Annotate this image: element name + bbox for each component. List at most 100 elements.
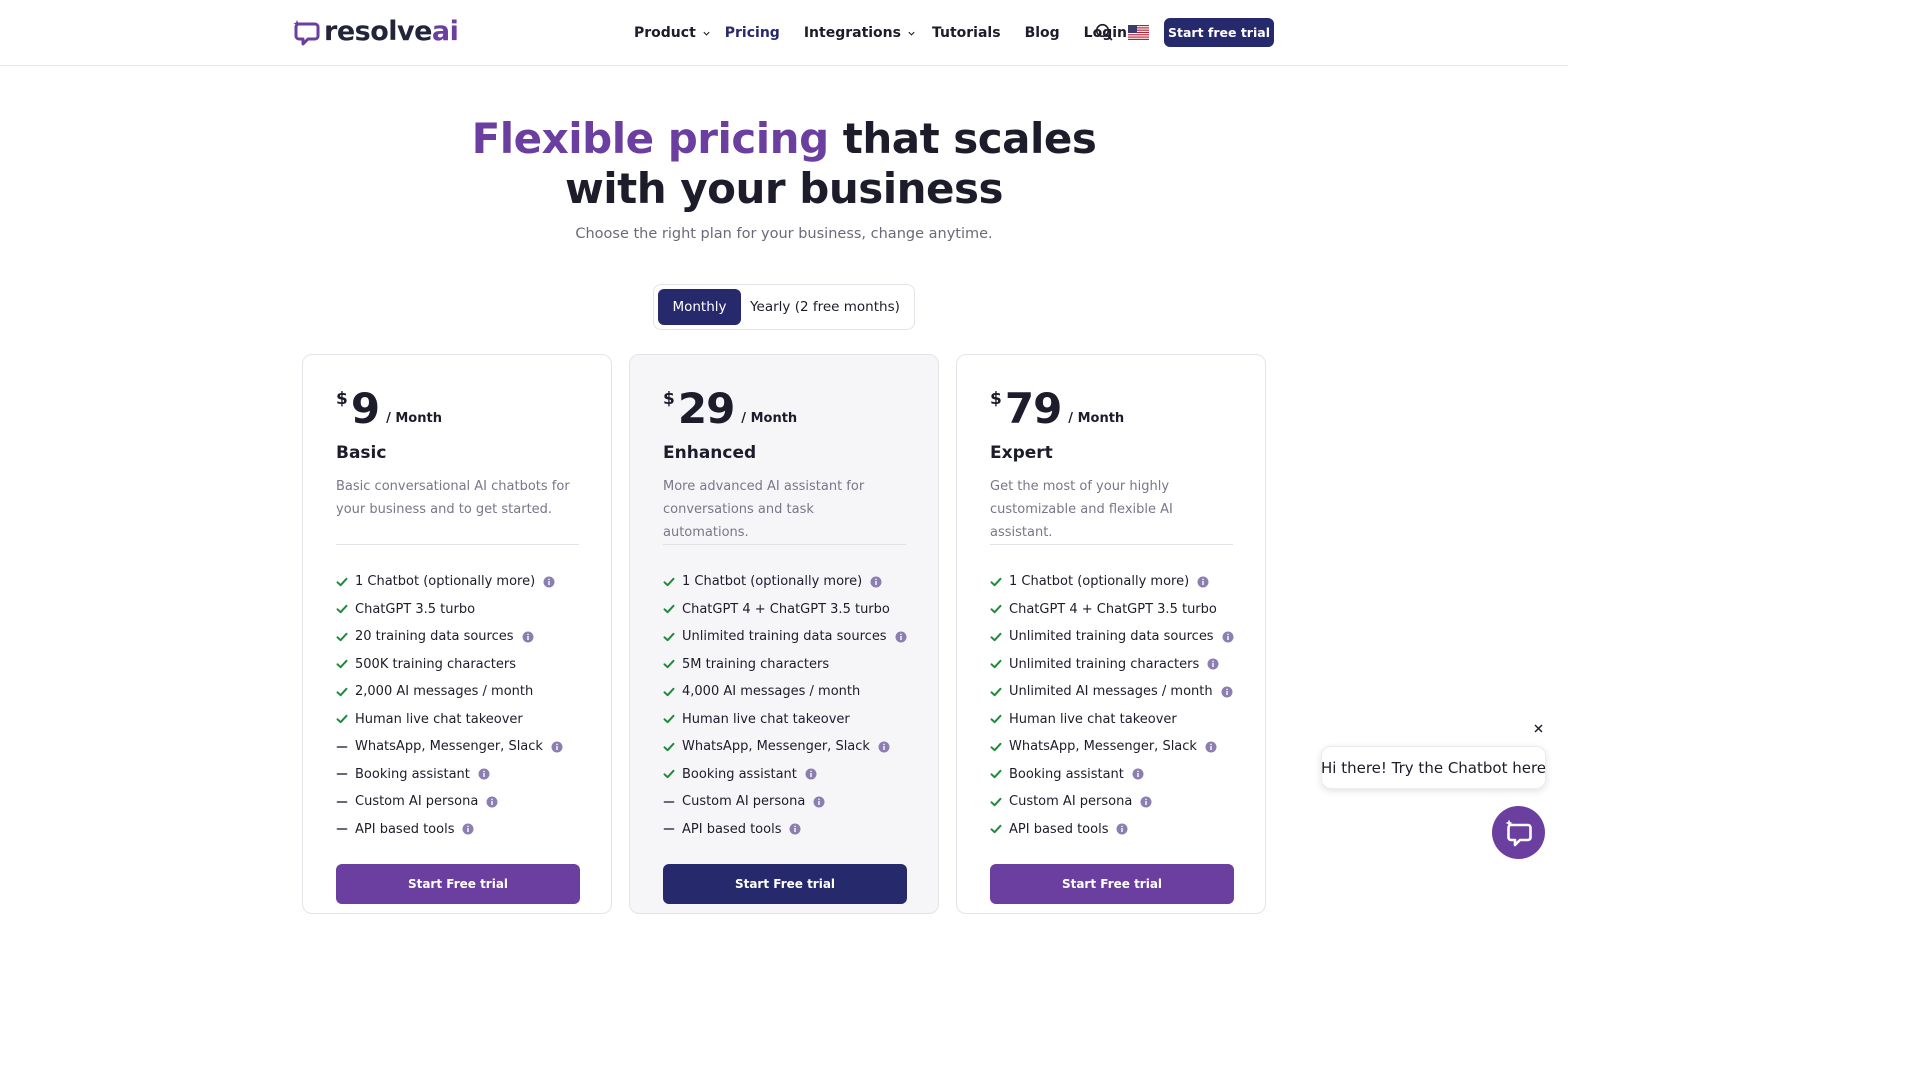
feature-label: Booking assistant [682,766,797,782]
feature-label: ChatGPT 4 + ChatGPT 3.5 turbo [1009,601,1217,617]
nav-item-integrations[interactable]: Integrations [804,25,916,41]
title-highlight: Flexible pricing [471,114,830,163]
check-icon [663,742,675,751]
yearly-option[interactable]: Yearly (2 free months) [750,289,900,325]
dash-icon [663,828,675,831]
start-free-trial-button[interactable]: Start Free trial [663,864,907,904]
start-free-trial-button[interactable]: Start Free trial [336,864,580,904]
check-icon [990,770,1002,779]
divider [990,544,1233,545]
divider [336,544,579,545]
feature-item: ChatGPT 3.5 turbo [336,596,606,624]
chat-bubble-logo-icon [293,20,320,46]
info-icon[interactable] [551,741,563,753]
feature-item: 4,000 AI messages / month [663,678,933,706]
title-rest: that scales [828,114,1097,163]
nav-item-label: Product [634,25,696,41]
price: $ 79 / Month [990,385,1124,433]
price: $ 9 / Month [336,385,442,433]
nav-item-product[interactable]: Product [634,25,711,41]
plan-name: Enhanced [663,443,757,463]
check-icon [663,715,675,724]
feature-item: WhatsApp, Messenger, Slack [663,733,933,761]
currency-symbol: $ [336,389,348,409]
check-icon [336,687,348,696]
feature-label: API based tools [355,821,455,837]
info-icon[interactable] [462,823,474,835]
feature-item: Booking assistant [990,761,1260,789]
info-icon[interactable] [1221,686,1233,698]
info-icon[interactable] [543,576,555,588]
feature-list: 1 Chatbot (optionally more) ChatGPT 4 + C… [990,568,1260,843]
us-flag-icon[interactable] [1128,25,1149,40]
price-amount: 9 [350,384,380,433]
plan-name: Basic [336,443,387,463]
feature-list: 1 Chatbot (optionally more) ChatGPT 3.5 t… [336,568,606,843]
feature-item: ChatGPT 4 + ChatGPT 3.5 turbo [990,596,1260,624]
start-free-trial-button[interactable]: Start free trial [1164,18,1274,47]
feature-label: 20 training data sources [355,629,514,645]
page-title: Flexible pricing that scales with your bu… [0,114,1568,214]
feature-label: Unlimited AI messages / month [1009,684,1213,700]
brand-logo[interactable]: resolveai [293,16,459,48]
chatbot-greeting[interactable]: Hi there! Try the Chatbot here [1321,746,1546,789]
feature-item: WhatsApp, Messenger, Slack [336,733,606,761]
info-icon[interactable] [878,741,890,753]
feature-label: Custom AI persona [1009,794,1133,810]
feature-item: ChatGPT 4 + ChatGPT 3.5 turbo [663,596,933,624]
feature-item: Human live chat takeover [990,706,1260,734]
feature-label: 5M training characters [682,656,830,672]
chat-icon [1505,819,1532,846]
info-icon[interactable] [478,768,490,780]
feature-label: WhatsApp, Messenger, Slack [682,739,870,755]
site-header: resolveai Product Pricing Integrations T… [0,0,1568,66]
feature-label: API based tools [1009,821,1109,837]
currency-symbol: $ [663,389,675,409]
feature-item: API based tools [990,816,1260,844]
nav-item-label: Blog [1024,25,1060,41]
info-icon[interactable] [1140,796,1152,808]
info-icon[interactable] [1116,823,1128,835]
check-icon [990,825,1002,834]
check-icon [663,577,675,586]
info-icon[interactable] [789,823,801,835]
price-amount: 79 [1004,384,1062,433]
dash-icon [336,745,348,748]
info-icon[interactable] [805,768,817,780]
info-icon[interactable] [486,796,498,808]
check-icon [663,605,675,614]
feature-item: Unlimited training characters [990,651,1260,679]
feature-item: API based tools [663,816,933,844]
feature-label: WhatsApp, Messenger, Slack [1009,739,1197,755]
feature-item: WhatsApp, Messenger, Slack [990,733,1260,761]
feature-item: Booking assistant [663,761,933,789]
feature-item: Custom AI persona [990,788,1260,816]
info-icon[interactable] [1207,658,1219,670]
divider [663,544,906,545]
feature-item: 1 Chatbot (optionally more) [990,568,1260,596]
info-icon[interactable] [1197,576,1209,588]
info-icon[interactable] [895,631,907,643]
info-icon[interactable] [1205,741,1217,753]
feature-label: Unlimited training data sources [682,629,887,645]
info-icon[interactable] [1132,768,1144,780]
close-icon[interactable] [1532,722,1545,735]
nav-item-blog[interactable]: Blog [1025,25,1060,41]
nav-item-pricing[interactable]: Pricing [725,25,780,41]
info-icon[interactable] [870,576,882,588]
check-icon [336,577,348,586]
monthly-option[interactable]: Monthly [658,289,741,325]
info-icon[interactable] [1222,631,1234,643]
search-icon[interactable] [1095,23,1113,41]
price-period: / Month [386,411,442,426]
check-icon [663,770,675,779]
start-free-trial-button[interactable]: Start Free trial [990,864,1234,904]
nav-item-tutorials[interactable]: Tutorials [932,25,1001,41]
info-icon[interactable] [522,631,534,643]
main-nav: Product Pricing Integrations Tutorials B… [634,22,1127,44]
check-icon [990,742,1002,751]
brand-wordmark: resolveai [324,16,459,47]
dash-icon [336,800,348,803]
chatbot-launcher-button[interactable] [1492,806,1545,859]
info-icon[interactable] [813,796,825,808]
